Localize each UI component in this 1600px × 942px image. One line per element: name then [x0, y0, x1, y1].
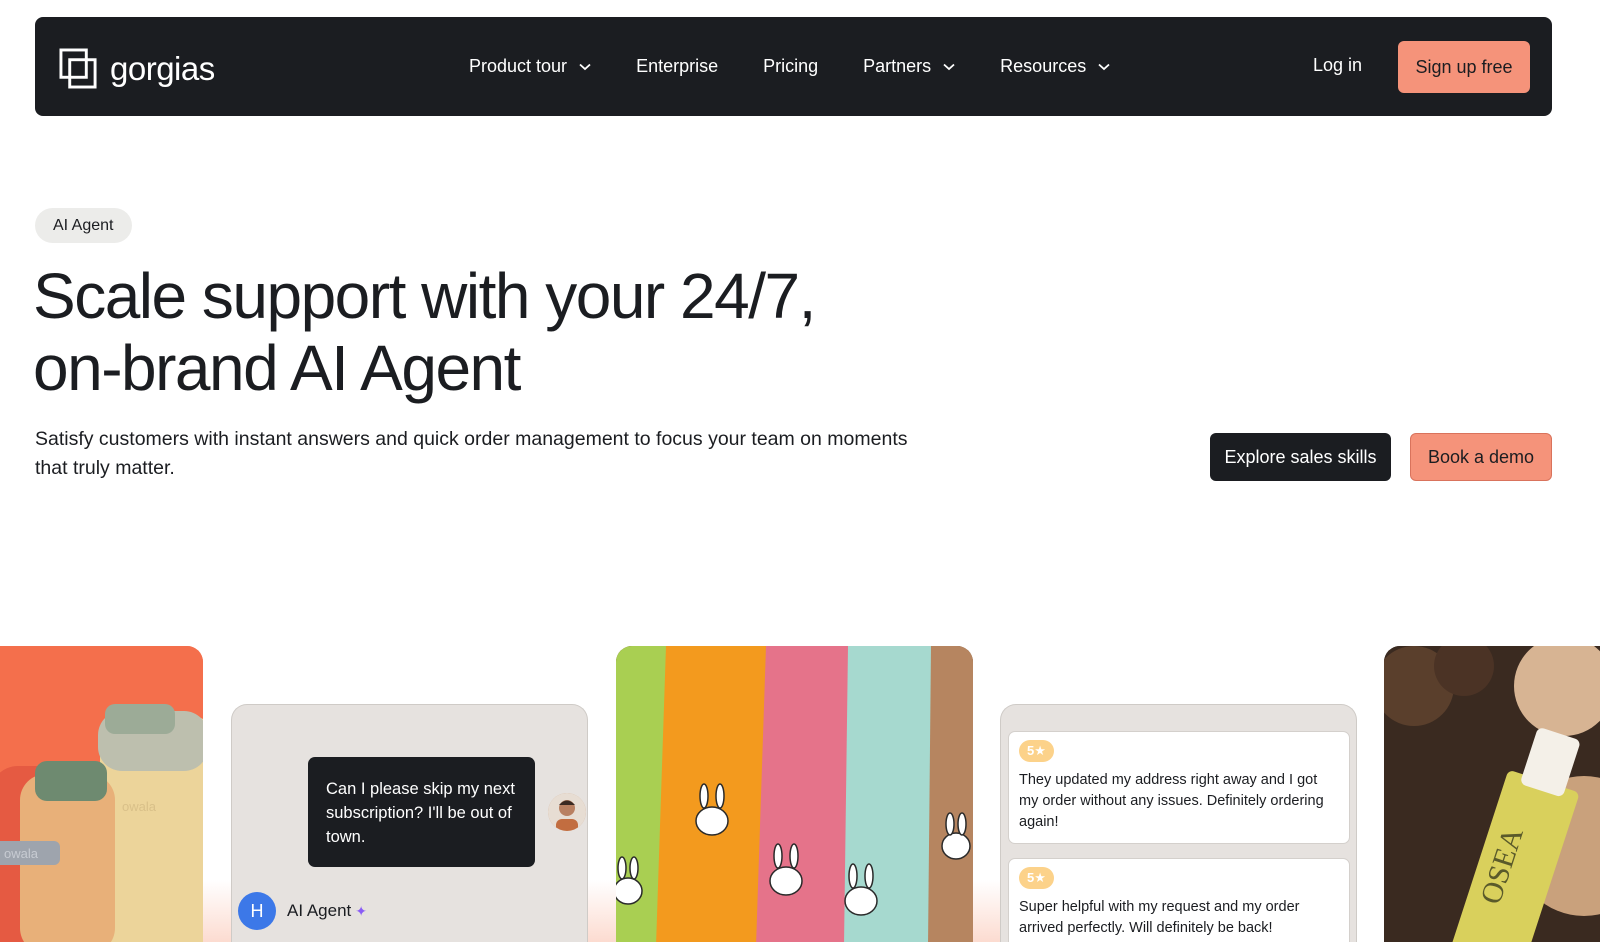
customer-avatar — [548, 793, 586, 831]
product-image-polos — [616, 646, 973, 942]
customer-face-icon — [548, 793, 586, 831]
agent-name: AI Agent — [287, 901, 352, 920]
signup-button[interactable]: Sign up free — [1398, 41, 1530, 93]
nav-item-label: Pricing — [763, 56, 819, 76]
water-bottles-illustration: owala owala — [0, 646, 203, 942]
chevron-down-icon — [943, 63, 955, 70]
nav-item-label: Product tour — [469, 56, 568, 76]
nav-item-label: Partners — [863, 56, 932, 76]
card-glow — [588, 880, 616, 942]
nav-item-enterprise[interactable]: Enterprise — [636, 56, 718, 77]
nav-item-label: Resources — [1000, 56, 1087, 76]
nav-links: Product tour Enterprise Pricing Partners… — [469, 17, 1155, 116]
chevron-down-icon — [1098, 63, 1110, 70]
nav-item-pricing[interactable]: Pricing — [763, 56, 818, 77]
bottle-brand-text-2: owala — [122, 799, 157, 814]
reviews-card: 5★ They updated my address right away an… — [1000, 704, 1357, 942]
nav-item-resources[interactable]: Resources — [1000, 56, 1110, 77]
nav-item-product-tour[interactable]: Product tour — [469, 56, 591, 77]
explore-sales-skills-button[interactable]: Explore sales skills — [1210, 433, 1391, 481]
nav-item-partners[interactable]: Partners — [863, 56, 955, 77]
review-text: They updated my address right away and I… — [1019, 772, 1324, 830]
gorgias-logo-icon — [59, 48, 97, 89]
rating-badge: 5★ — [1019, 867, 1054, 889]
agent-avatar: H — [238, 892, 276, 930]
chat-preview-card: Can I please skip my next subscription? … — [231, 704, 588, 942]
card-glow — [973, 880, 1000, 942]
review-item: 5★ They updated my address right away an… — [1008, 731, 1350, 844]
section-badge: AI Agent — [35, 208, 132, 243]
ai-agent-row: H AI Agent ✦ — [238, 892, 367, 930]
headline-line-2: on-brand AI Agent — [33, 332, 521, 404]
sparkle-icon: ✦ — [355, 902, 368, 919]
product-image-serum: OSEA — [1384, 646, 1600, 942]
top-navigation-bar: gorgias Product tour Enterprise Pricing … — [35, 17, 1552, 116]
brand-logo[interactable]: gorgias — [59, 48, 215, 89]
nav-item-label: Enterprise — [636, 56, 719, 76]
customer-message-bubble: Can I please skip my next subscription? … — [308, 757, 535, 867]
book-demo-button[interactable]: Book a demo — [1410, 433, 1552, 481]
brand-name: gorgias — [110, 49, 215, 87]
serum-bottle-illustration: OSEA — [1384, 646, 1600, 942]
login-link[interactable]: Log in — [1313, 55, 1362, 76]
headline-line-1: Scale support with your 24/7, — [33, 260, 816, 332]
hero-subtext: Satisfy customers with instant answers a… — [35, 428, 908, 479]
bottle-brand-text: owala — [4, 846, 39, 861]
rating-badge: 5★ — [1019, 740, 1054, 762]
chevron-down-icon — [579, 63, 591, 70]
product-image-bottles: owala owala — [0, 646, 203, 942]
card-glow — [203, 880, 231, 942]
review-text: Super helpful with my request and my ord… — [1019, 899, 1300, 936]
polo-shirts-illustration — [616, 646, 973, 942]
hero-headline: Scale support with your 24/7, on-brand A… — [33, 260, 933, 404]
review-item: 5★ Super helpful with my request and my … — [1008, 858, 1350, 942]
